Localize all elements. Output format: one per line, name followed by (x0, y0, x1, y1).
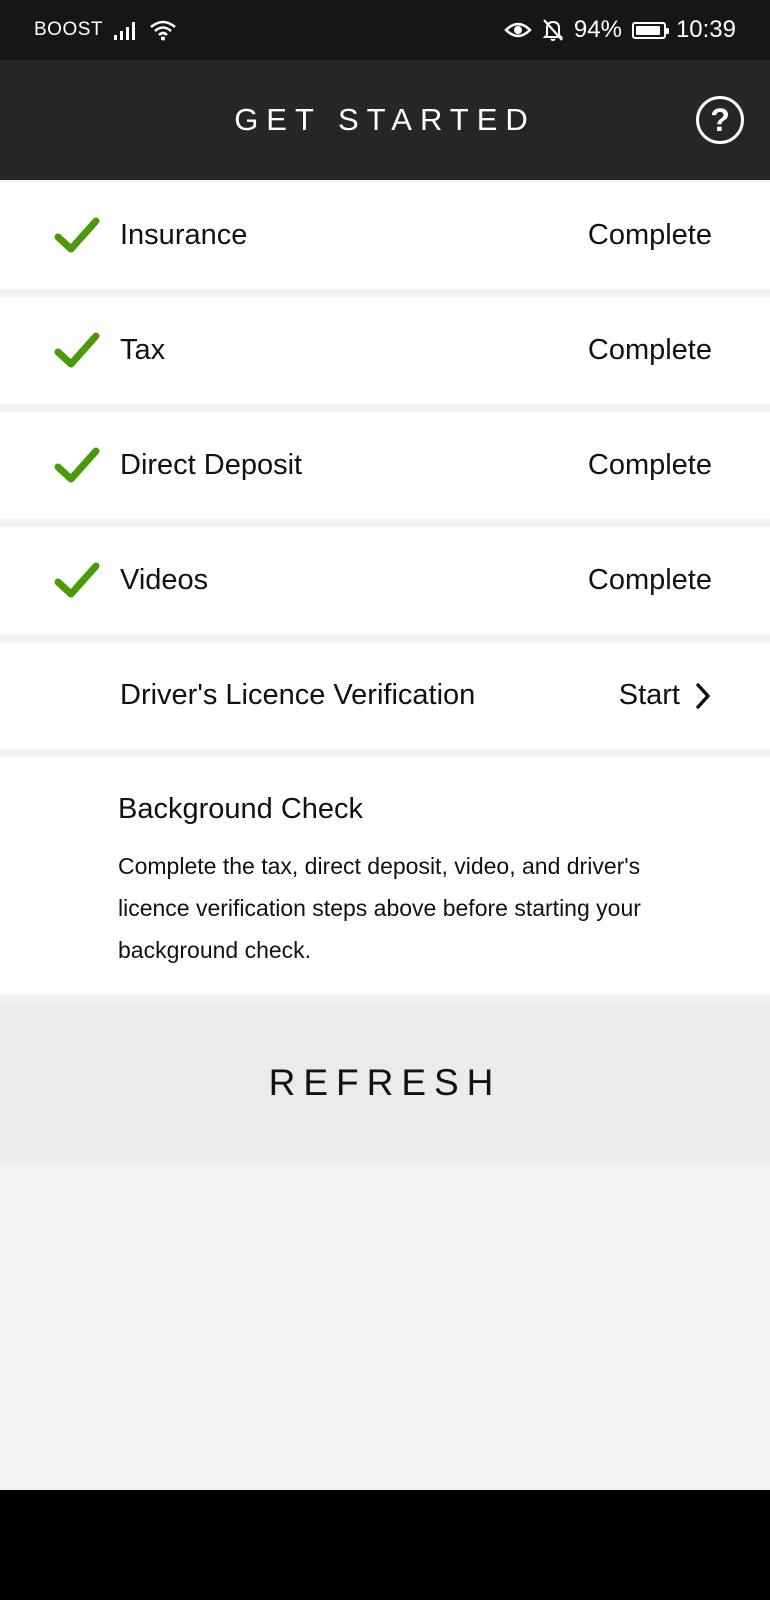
step-background-check: Background Check Complete the tax, direc… (0, 757, 770, 994)
start-button[interactable]: Start (619, 679, 712, 712)
status-bar: BOOST 94% 10:39 (0, 0, 770, 60)
step-status: Complete (587, 219, 712, 251)
background-check-description: Complete the tax, direct deposit, video,… (118, 853, 641, 963)
help-glyph: ? (710, 101, 730, 138)
battery-level (635, 25, 661, 35)
battery-percent: 94% (573, 16, 622, 43)
check-icon (54, 447, 100, 482)
check-icon (54, 217, 100, 252)
carrier-name: BOOST (34, 19, 104, 40)
clock: 10:39 (675, 16, 736, 43)
refresh-label: REFRESH (268, 1062, 502, 1103)
step-label: Tax (120, 334, 166, 366)
page-title: GET STARTED (234, 102, 536, 137)
background-check-title: Background Check (118, 793, 364, 825)
wifi-icon (149, 19, 177, 41)
step-status: Complete (587, 449, 712, 481)
start-label: Start (618, 679, 680, 711)
step-status: Complete (587, 564, 712, 596)
step-label: Direct Deposit (120, 449, 303, 481)
signal-icon (113, 20, 139, 40)
app-header: GET STARTED ? (0, 60, 770, 180)
battery-icon (631, 21, 669, 39)
check-icon (54, 562, 100, 597)
eye-icon (504, 20, 532, 40)
step-label: Videos (120, 564, 209, 596)
bell-off-icon (542, 18, 564, 42)
step-tax[interactable]: Tax Complete (0, 297, 770, 404)
step-insurance[interactable]: Insurance Complete (0, 182, 770, 289)
step-videos[interactable]: Videos Complete (0, 527, 770, 634)
onboarding-steps: Insurance Complete Tax Complete Direct D… (0, 182, 770, 994)
step-direct-deposit[interactable]: Direct Deposit Complete (0, 412, 770, 519)
step-label: Driver's Licence Verification (120, 679, 476, 711)
check-icon (54, 332, 100, 367)
refresh-button[interactable]: REFRESH (0, 1003, 770, 1163)
system-nav-bar (0, 1490, 770, 1600)
chevron-right-icon (696, 682, 710, 709)
step-label: Insurance (120, 219, 248, 251)
step-status: Complete (587, 334, 712, 366)
help-circle-icon[interactable]: ? (696, 96, 744, 144)
step-drivers-licence-verification[interactable]: Driver's Licence Verification Start (0, 642, 770, 749)
